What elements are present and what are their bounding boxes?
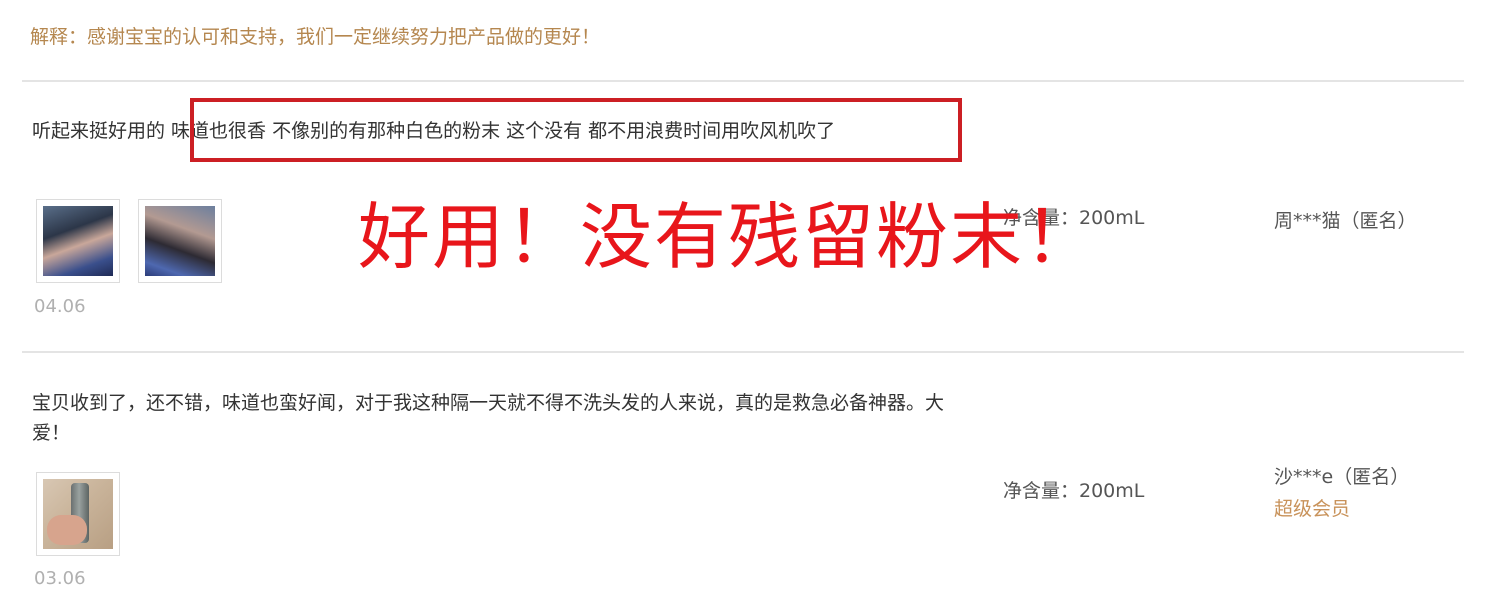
annotation-callout: 好用！没有残留粉末！ (358, 195, 1099, 279)
review-divider (22, 80, 1464, 82)
product-spec: 净含量：200mL (1003, 480, 1145, 502)
seller-reply-text: 解释：感谢宝宝的认可和支持，我们一定继续努力把产品做的更好！ (30, 26, 601, 48)
hand-shape (47, 515, 87, 545)
review-photo-image (43, 479, 113, 549)
review-photo-image (43, 206, 113, 276)
reviewer-name: 周***猫（匿名） (1274, 210, 1417, 232)
review-photo-thumbnail[interactable] (138, 199, 222, 283)
review-text: 宝贝收到了，还不错，味道也蛮好闻，对于我这种隔一天就不得不洗头发的人来说，真的是… (32, 392, 945, 444)
highlight-box (190, 98, 962, 162)
review-divider (22, 351, 1464, 353)
review-photo-thumbnail[interactable] (36, 472, 120, 556)
review-photo-thumbnail[interactable] (36, 199, 120, 283)
member-badge: 超级会员 (1274, 498, 1351, 520)
reviewer-name: 沙***e（匿名） (1274, 466, 1410, 488)
review-photo-image (145, 206, 215, 276)
review-date: 04.06 (34, 296, 86, 317)
review-date: 03.06 (34, 568, 86, 589)
